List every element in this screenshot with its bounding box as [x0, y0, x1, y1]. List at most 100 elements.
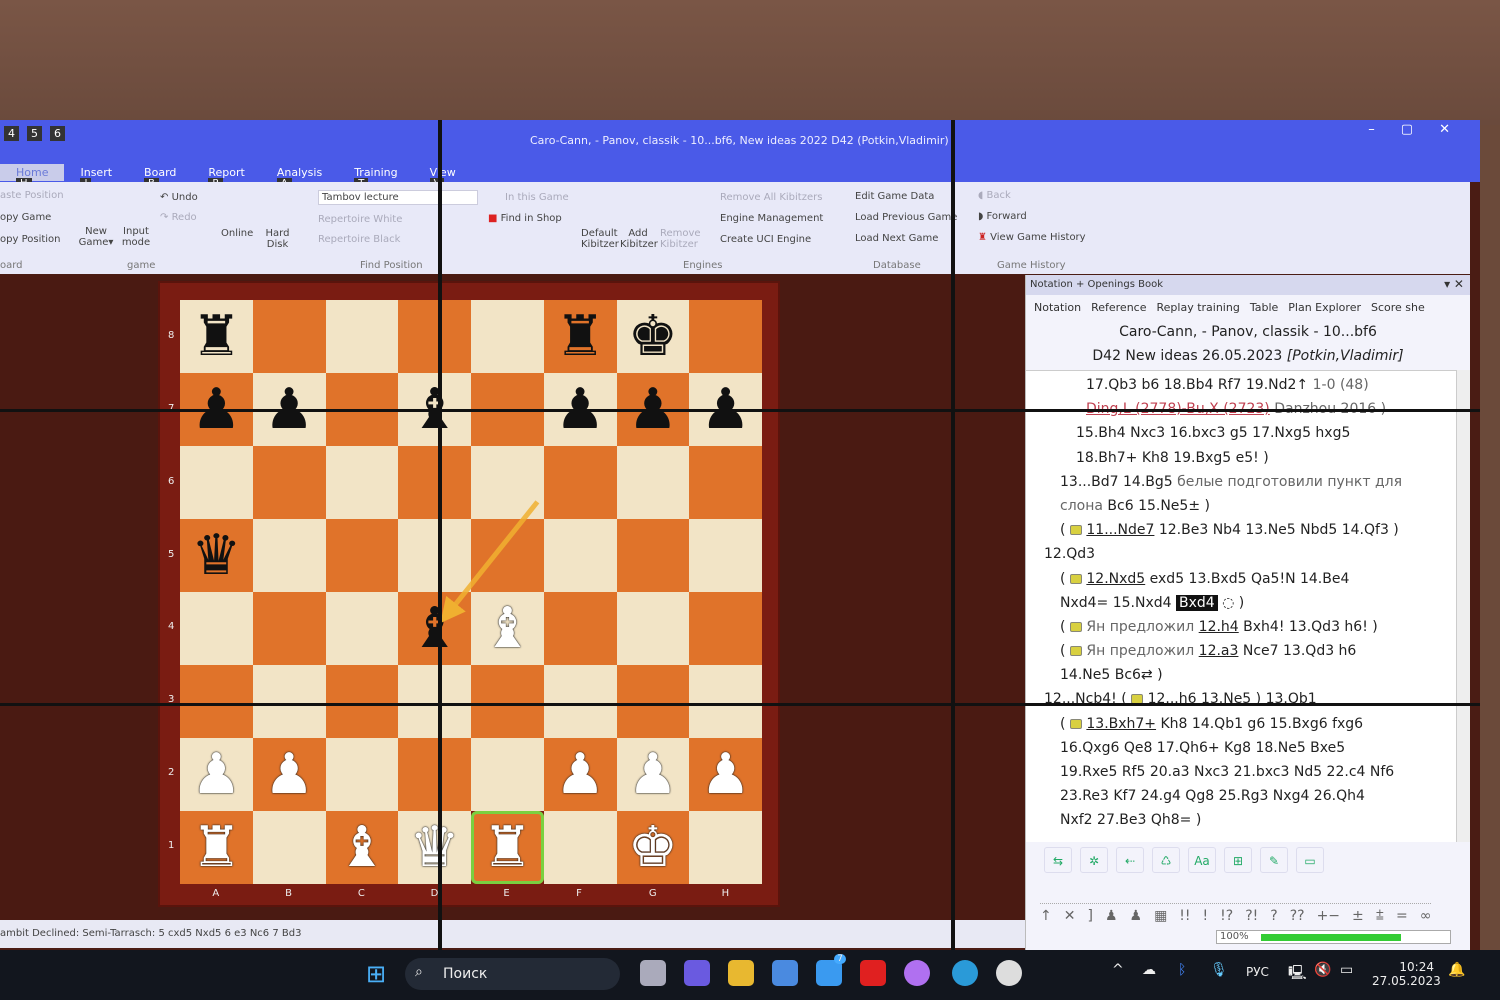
move-text[interactable]: 14.Ne5 Bc6⇄ ) — [1060, 667, 1163, 683]
move-text[interactable]: 1-0 (48) — [1313, 377, 1369, 393]
annotation-symbol-button[interactable]: !! — [1179, 908, 1190, 924]
input-mode-button[interactable]: Input mode — [120, 226, 152, 248]
move-text[interactable]: Nce7 13.Qd3 h6 — [1238, 643, 1356, 659]
annotation-symbol-button[interactable]: ± — [1352, 908, 1364, 924]
variation-marker-icon[interactable] — [1069, 621, 1082, 632]
paste-position-button[interactable]: aste Position — [0, 190, 64, 201]
annotation-symbol-button[interactable]: ♟ — [1130, 908, 1143, 924]
bluetooth-icon[interactable]: ᛒ — [1178, 962, 1186, 978]
minimize-button[interactable]: – — [1368, 122, 1375, 137]
store-icon[interactable] — [772, 960, 798, 986]
annotation-symbol-button[interactable]: ♟ — [1105, 908, 1118, 924]
annotation-symbol-button[interactable]: ?? — [1290, 908, 1305, 924]
default-kibitzer-button[interactable]: Default Kibitzer — [581, 228, 619, 250]
create-uci-engine-button[interactable]: Create UCI Engine — [720, 234, 811, 245]
show-hidden-icons[interactable]: ^ — [1112, 962, 1124, 978]
annotation-symbol-button[interactable]: ! — [1203, 908, 1209, 924]
remove-all-kibitzers-button[interactable]: Remove All Kibitzers — [720, 192, 822, 203]
variation-marker-icon[interactable] — [1069, 646, 1082, 657]
microphone-icon[interactable]: 🎙 — [1210, 962, 1228, 978]
clock[interactable]: 10:24 27.05.2023 — [1372, 960, 1441, 988]
tree-icon[interactable]: ⊞ — [1224, 847, 1252, 873]
tab-insert[interactable]: InsertI — [64, 164, 128, 189]
tab-report[interactable]: ReportR — [192, 164, 260, 189]
quick-access-5[interactable]: 5 — [27, 126, 42, 141]
load-next-game-button[interactable]: Load Next Game — [855, 233, 938, 244]
tab-analysis[interactable]: AnalysisA — [261, 164, 338, 189]
eraser-icon[interactable]: ▭ — [1296, 847, 1324, 873]
back-button[interactable]: ◖ Back — [978, 190, 1011, 201]
in-this-game-button[interactable]: In this Game — [505, 192, 569, 203]
current-move[interactable]: Bxd4 — [1176, 594, 1218, 611]
move-text[interactable]: Bc6 15.Ne5± ) — [1103, 498, 1210, 514]
hard-disk-search-button[interactable]: Hard Disk — [265, 228, 290, 250]
move-text[interactable]: Bxh4! 13.Qd3 h6! ) — [1239, 619, 1378, 635]
annotation-symbol-button[interactable]: ?! — [1245, 908, 1258, 924]
repertoire-white-button[interactable]: Repertoire White — [318, 214, 402, 225]
remove-kibitzer-button[interactable]: Remove Kibitzer — [660, 228, 701, 250]
move-text[interactable]: Ян предложил — [1082, 619, 1199, 635]
maximize-button[interactable]: ▢ — [1401, 122, 1413, 137]
move-text[interactable]: 13...Bd7 14.Bg5 — [1060, 474, 1177, 490]
move-text[interactable]: 16.Qxg6 Qe8 17.Qh6+ Kg8 18.Ne5 Bxe5 — [1060, 740, 1345, 756]
undo-button[interactable]: ↶ Undo — [160, 192, 198, 203]
move-text[interactable]: exd5 13.Bxd5 Qa5!N 14.Be4 — [1145, 571, 1350, 587]
start-button[interactable]: ⊞ — [366, 960, 386, 988]
mail-icon[interactable]: 7 — [816, 954, 846, 986]
chessbase-icon[interactable] — [996, 960, 1022, 986]
move-text[interactable]: ( — [1060, 716, 1070, 732]
volume-muted-icon[interactable]: 🔇 — [1314, 962, 1331, 978]
promote-icon[interactable]: ✲ — [1080, 847, 1108, 873]
font-icon[interactable]: Aa — [1188, 847, 1216, 873]
find-position-select[interactable]: Tambov lecture — [318, 190, 478, 205]
variation-marker-icon[interactable] — [1069, 525, 1082, 536]
variation-marker-icon[interactable] — [1069, 573, 1082, 584]
variation-marker-icon[interactable] — [1069, 718, 1082, 729]
annotation-symbol-button[interactable]: = — [1396, 908, 1408, 924]
move-text[interactable]: слона — [1060, 498, 1103, 514]
move-text[interactable]: ( — [1060, 522, 1070, 538]
edit-game-data-button[interactable]: Edit Game Data — [855, 191, 934, 202]
panel-tab-replay-training[interactable]: Replay training — [1157, 301, 1240, 314]
redo-button[interactable]: ↷ Redo — [160, 212, 197, 223]
notation-scrollbar[interactable] — [1456, 370, 1470, 842]
annotation-symbol-button[interactable]: ? — [1270, 908, 1277, 924]
annotation-symbol-button[interactable]: ▦ — [1154, 908, 1167, 924]
tab-board[interactable]: BoardB — [128, 164, 192, 189]
move-text[interactable]: ( — [1060, 619, 1070, 635]
move-text[interactable]: Kh8 14.Qb1 g6 15.Bxg6 fxg6 — [1156, 716, 1363, 732]
yandex-browser-icon[interactable] — [860, 960, 886, 986]
move-text[interactable]: 18.Bh7+ Kh8 19.Bxg5 e5! ) — [1076, 450, 1269, 466]
load-previous-game-button[interactable]: Load Previous Game — [855, 212, 957, 223]
tab-training[interactable]: TrainingT — [338, 164, 413, 189]
move-text[interactable]: 15.Bh4 Nxc3 16.bxc3 g5 17.Nxg5 hxg5 — [1076, 425, 1350, 441]
find-in-shop-button[interactable]: ■ Find in Shop — [488, 213, 562, 224]
add-kibitzer-button[interactable]: Add Kibitzer — [620, 228, 658, 250]
quick-access-6[interactable]: 6 — [50, 126, 65, 141]
panel-tab-reference[interactable]: Reference — [1091, 301, 1146, 314]
move-text[interactable]: Nxd4= 15.Nxd4 — [1060, 595, 1176, 611]
onedrive-icon[interactable]: ☁ — [1142, 962, 1156, 978]
annotation-symbol-button[interactable]: ↑ — [1040, 908, 1052, 924]
move-text[interactable]: 12.a3 — [1199, 643, 1239, 659]
move-text[interactable]: ◌ ) — [1218, 595, 1244, 611]
notation-text[interactable]: 17.Qb3 b6 18.Bb4 Rf7 19.Nd2↑ 1-0 (48)Din… — [1026, 370, 1456, 842]
annotation-symbol-button[interactable]: +− — [1317, 908, 1340, 924]
task-view-icon[interactable] — [640, 960, 666, 986]
copy-game-button[interactable]: opy Game — [0, 212, 51, 223]
move-text[interactable]: ( — [1060, 643, 1070, 659]
move-text[interactable]: Nxf2 27.Be3 Qh8= ) — [1060, 812, 1201, 828]
new-game-button[interactable]: New Game▾ — [76, 226, 116, 248]
panel-tab-table[interactable]: Table — [1250, 301, 1278, 314]
move-text[interactable]: 12.h4 — [1199, 619, 1239, 635]
network-icon[interactable]: 🖳 — [1288, 962, 1307, 986]
panel-tab-notation[interactable]: Notation — [1034, 301, 1081, 314]
forward-button[interactable]: ◗ Forward — [978, 211, 1027, 222]
alice-icon[interactable] — [904, 960, 930, 986]
move-text[interactable]: 23.Re3 Kf7 24.g4 Qg8 25.Rg3 Nxg4 26.Qh4 — [1060, 788, 1365, 804]
annotation-symbol-button[interactable]: ∞ — [1420, 908, 1432, 924]
tab-view[interactable]: ViewV — [414, 164, 472, 189]
move-text[interactable]: 12.Be3 Nb4 13.Ne5 Nbd5 14.Qf3 ) — [1154, 522, 1399, 538]
battery-icon[interactable]: ▭ — [1340, 962, 1353, 978]
notifications-icon[interactable]: 🔔 — [1448, 962, 1465, 978]
